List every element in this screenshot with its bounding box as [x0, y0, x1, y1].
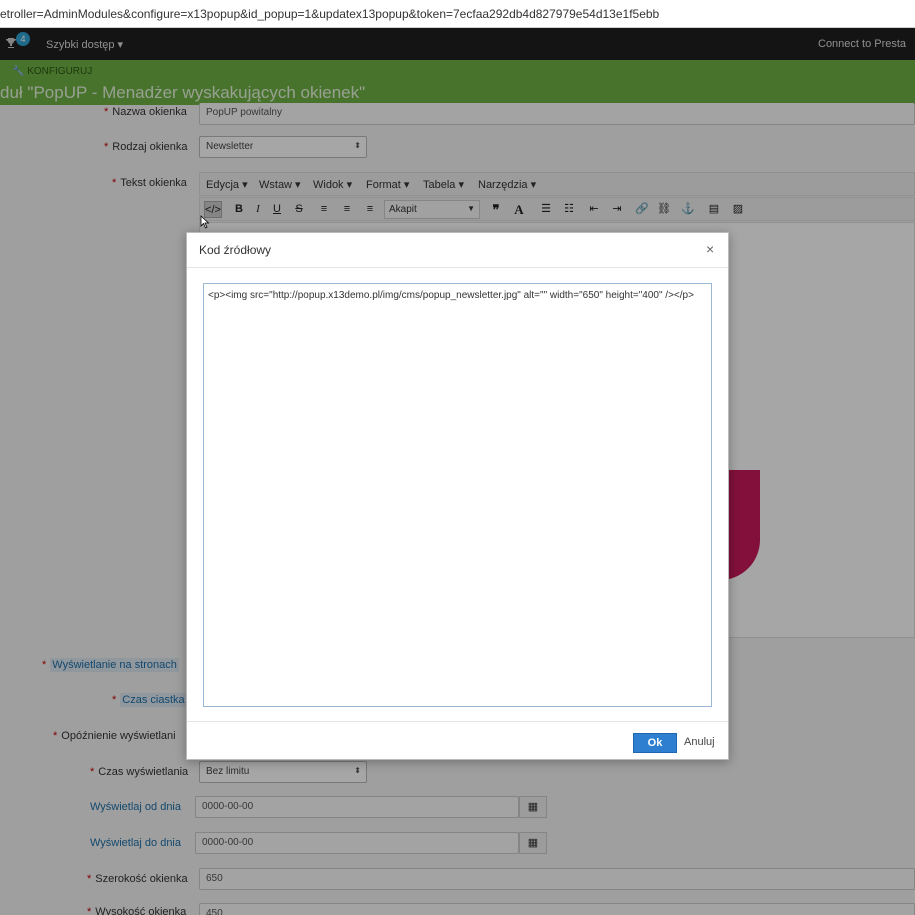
url-text[interactable]: etroller=AdminModules&configure=x13popup… — [0, 7, 659, 21]
source-code-dialog: Kod źródłowy × <p><img src="http://popup… — [186, 232, 729, 760]
mouse-cursor-icon — [200, 215, 210, 229]
source-code-textarea[interactable]: <p><img src="http://popup.x13demo.pl/img… — [203, 283, 712, 707]
dialog-title: Kod źródłowy — [199, 243, 272, 257]
divider — [187, 267, 728, 268]
ok-button[interactable]: Ok — [633, 733, 677, 753]
cancel-button[interactable]: Anuluj — [684, 736, 715, 748]
divider — [187, 721, 728, 722]
browser-url-bar[interactable]: etroller=AdminModules&configure=x13popup… — [0, 0, 915, 28]
close-icon[interactable]: × — [706, 241, 714, 257]
